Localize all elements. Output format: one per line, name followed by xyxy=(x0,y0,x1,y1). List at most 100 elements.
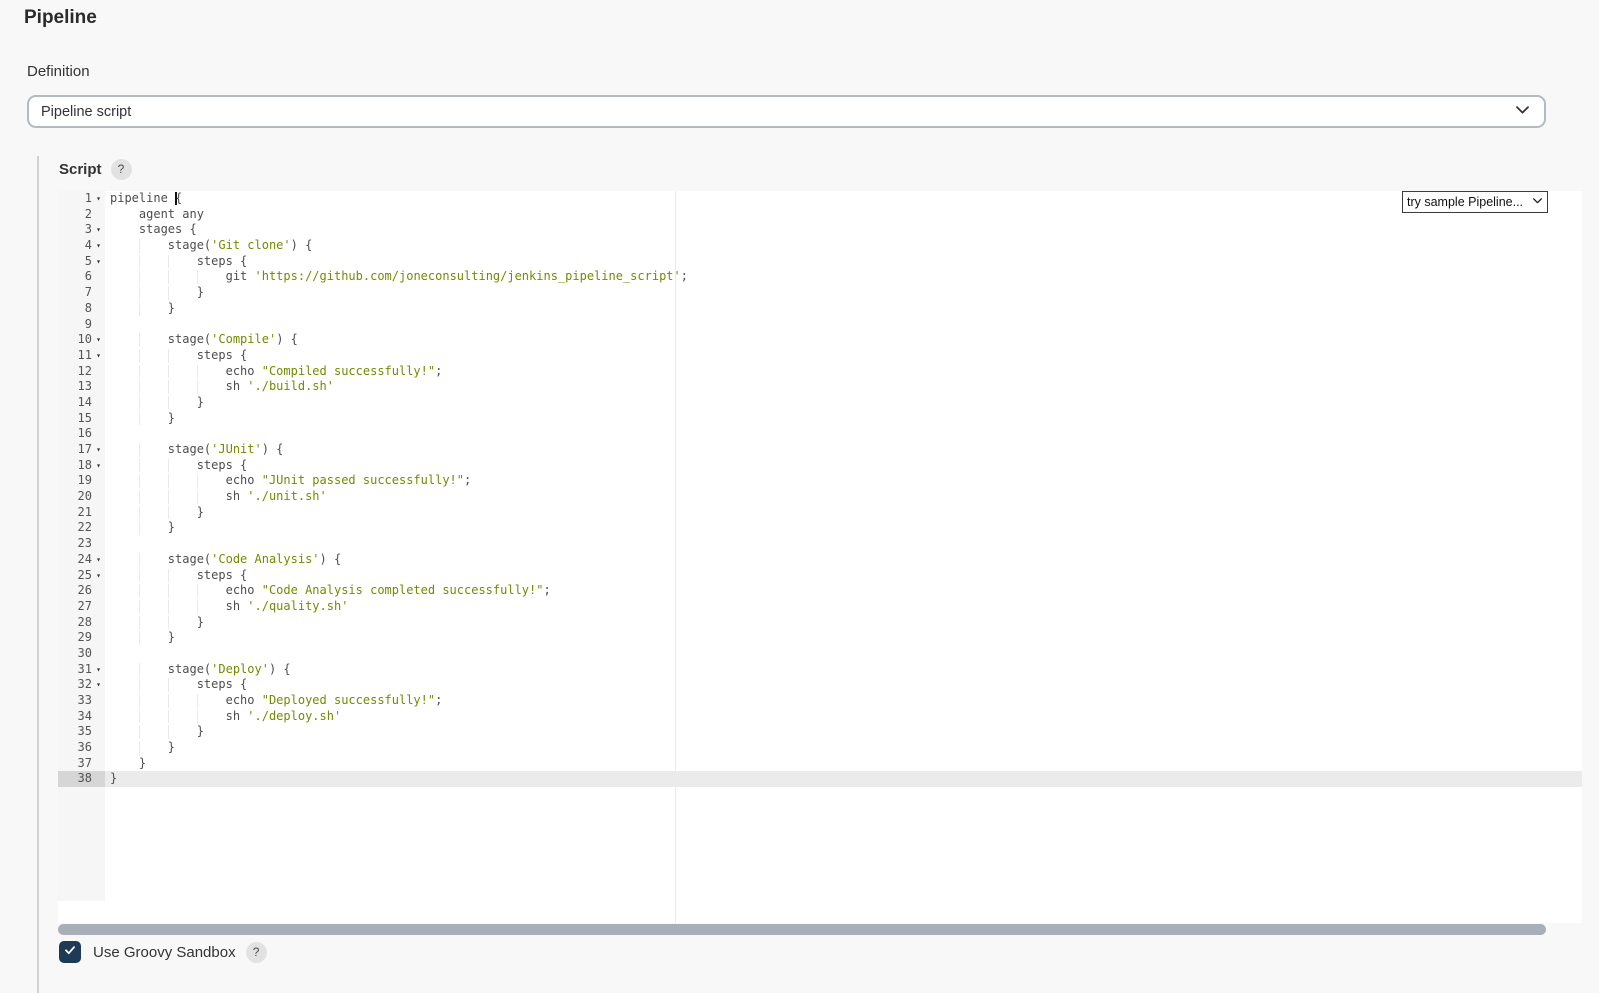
code-line: steps { xyxy=(105,254,1582,270)
code-token: } xyxy=(110,504,204,519)
script-label: Script xyxy=(59,161,102,178)
indent-guide xyxy=(196,584,198,598)
line-number: 28 xyxy=(77,614,92,629)
gutter-cell: 19 xyxy=(58,473,105,489)
definition-select[interactable]: Pipeline script xyxy=(27,95,1546,128)
line-number: 22 xyxy=(77,520,92,535)
line-number: 29 xyxy=(77,630,92,645)
string-token: "Compiled successfully!" xyxy=(261,363,436,378)
code-token: echo xyxy=(110,473,262,488)
indent-guide xyxy=(138,301,140,316)
code-token: agent any xyxy=(110,206,204,221)
script-editor[interactable]: 1 ▾ 2 3 ▾ 4 ▾ 5 ▾ 6 7 8 9 10 ▾ 11 ▾ 12 13 14 15 16 17 ▾ 18 ▾ 19 20 2… xyxy=(58,191,1582,923)
indent-guide xyxy=(138,270,140,285)
line-number: 36 xyxy=(77,740,92,755)
code-line: } xyxy=(105,630,1582,646)
gutter-cell: 26 xyxy=(58,583,105,599)
fold-arrow-icon[interactable]: ▾ xyxy=(92,458,105,474)
code-token: steps { xyxy=(110,567,248,582)
fold-arrow-icon[interactable]: ▾ xyxy=(92,677,105,693)
line-number: 25 xyxy=(77,567,92,582)
line-number: 35 xyxy=(77,724,92,739)
groovy-sandbox-checkbox[interactable] xyxy=(59,941,81,963)
indent-guide xyxy=(167,505,169,520)
line-number: 34 xyxy=(77,708,92,723)
code-token: } xyxy=(110,630,176,645)
code-line: steps { xyxy=(105,677,1582,693)
script-section-border xyxy=(37,156,39,993)
fold-arrow-icon[interactable]: ▾ xyxy=(92,332,105,348)
gutter-cell: 3 ▾ xyxy=(58,222,105,238)
code-token: ) { xyxy=(276,332,298,347)
fold-arrow-icon[interactable]: ▾ xyxy=(92,238,105,254)
editor-gutter: 1 ▾ 2 3 ▾ 4 ▾ 5 ▾ 6 7 8 9 10 ▾ 11 ▾ 12 13 14 15 16 17 ▾ 18 ▾ 19 20 2… xyxy=(58,191,105,901)
fold-arrow-icon[interactable]: ▾ xyxy=(92,191,105,207)
indent-guide xyxy=(138,631,140,645)
gutter-cell: 32 ▾ xyxy=(58,677,105,693)
string-token: "Deployed successfully!" xyxy=(261,693,436,707)
line-number: 24 xyxy=(77,551,92,566)
code-line: stage('Code Analysis') { xyxy=(105,552,1582,568)
sandbox-help-button[interactable]: ? xyxy=(245,941,267,963)
gutter-cell: 7 xyxy=(58,285,105,301)
gutter-cell: 24 ▾ xyxy=(58,552,105,568)
fold-arrow-icon[interactable]: ▾ xyxy=(92,662,105,678)
code-line: } xyxy=(105,285,1582,301)
chevron-down-icon xyxy=(1531,194,1544,210)
code-line: } xyxy=(105,395,1582,411)
chevron-down-icon xyxy=(1513,100,1532,124)
indent-guide xyxy=(167,584,169,598)
gutter-cell: 23 xyxy=(58,536,105,552)
gutter-cell: 9 xyxy=(58,317,105,333)
gutter-cell: 14 xyxy=(58,395,105,411)
code-line: echo "Compiled successfully!"; xyxy=(105,364,1582,380)
code-line: stage('Compile') { xyxy=(105,332,1582,348)
fold-arrow-icon[interactable]: ▾ xyxy=(92,222,105,238)
code-token: sh xyxy=(110,708,248,723)
gutter-cell: 11 ▾ xyxy=(58,348,105,364)
line-number: 13 xyxy=(77,379,92,394)
code-line: echo "Code Analysis completed successful… xyxy=(105,583,1582,599)
line-number: 12 xyxy=(77,363,92,378)
code-line: stage('JUnit') { xyxy=(105,442,1582,458)
indent-guide xyxy=(167,395,169,410)
indent-guide xyxy=(138,474,140,489)
indent-guide xyxy=(196,474,198,489)
fold-arrow-icon[interactable]: ▾ xyxy=(92,442,105,458)
fold-arrow-icon[interactable]: ▾ xyxy=(92,254,105,270)
line-number: 16 xyxy=(77,426,92,441)
indent-guide xyxy=(167,270,169,285)
code-token: ) { xyxy=(268,661,291,676)
indent-guide xyxy=(138,380,140,394)
line-number: 19 xyxy=(77,473,92,488)
code-token: } xyxy=(110,300,176,315)
line-number: 18 xyxy=(77,457,92,472)
indent-guide xyxy=(138,599,140,614)
gutter-cell: 12 xyxy=(58,364,105,380)
code-token: echo xyxy=(110,363,262,378)
indent-guide xyxy=(196,599,198,614)
indent-guide xyxy=(196,380,198,394)
horizontal-scrollbar[interactable] xyxy=(58,924,1546,935)
fold-arrow-icon[interactable]: ▾ xyxy=(92,568,105,584)
page-title: Pipeline xyxy=(24,7,97,28)
indent-guide xyxy=(138,584,140,598)
indent-guide xyxy=(138,709,140,724)
code-line: } xyxy=(105,411,1582,427)
sample-pipeline-select-value: try sample Pipeline... xyxy=(1407,195,1524,209)
indent-guide xyxy=(138,239,140,253)
code-line: sh './build.sh' xyxy=(105,379,1582,395)
fold-arrow-icon[interactable]: ▾ xyxy=(92,348,105,364)
code-token: ) { xyxy=(261,442,284,456)
sample-pipeline-select[interactable]: try sample Pipeline... xyxy=(1402,191,1548,213)
indent-guide xyxy=(138,286,140,300)
indent-guide xyxy=(167,458,169,473)
gutter-cell: 6 xyxy=(58,269,105,285)
fold-arrow-icon[interactable]: ▾ xyxy=(92,552,105,568)
script-help-button[interactable]: ? xyxy=(110,159,132,180)
code-token: ; xyxy=(435,693,443,707)
editor-code[interactable]: pipeline { agent any stages { stage('Git… xyxy=(105,191,1582,901)
gutter-cell: 28 xyxy=(58,615,105,631)
